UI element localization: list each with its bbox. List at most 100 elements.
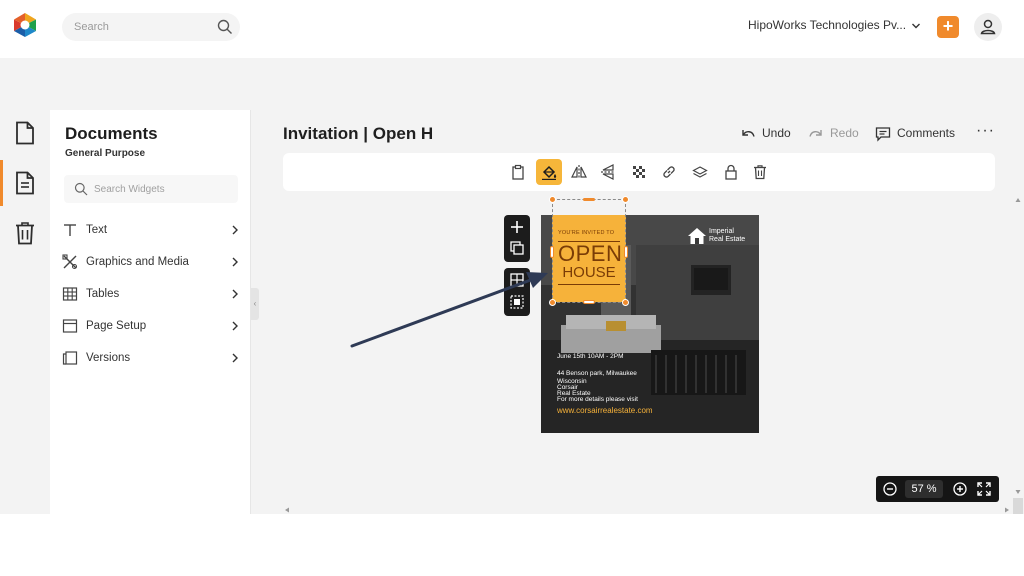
redo-button[interactable]: Redo <box>808 125 864 143</box>
lock-icon <box>725 164 737 180</box>
link-button[interactable] <box>656 159 682 185</box>
layers-button[interactable] <box>687 159 713 185</box>
comment-icon <box>875 127 891 142</box>
versions-icon <box>62 351 78 365</box>
chevron-down-icon[interactable] <box>911 21 921 31</box>
menu-item-versions[interactable]: Versions <box>62 346 242 370</box>
flip-vertical-button[interactable] <box>595 159 621 185</box>
delete-button[interactable] <box>747 159 773 185</box>
menu-item-page-setup[interactable]: Page Setup <box>62 314 242 338</box>
user-icon <box>980 19 996 35</box>
fill-color-button[interactable] <box>536 159 562 185</box>
brand-line-2: Real Estate <box>709 236 746 243</box>
house-icon <box>688 228 706 244</box>
rail-documents[interactable] <box>0 160 50 206</box>
menu-item-label: Text <box>86 224 108 236</box>
link-icon <box>663 166 675 178</box>
panel-collapse-handle[interactable]: ‹ <box>251 288 259 320</box>
zoom-out-icon[interactable] <box>883 482 897 496</box>
resize-handle-top[interactable] <box>583 198 595 201</box>
resize-handle-bottom-right[interactable] <box>622 299 629 306</box>
comments-label: Comments <box>897 126 956 140</box>
panel-subtitle: General Purpose <box>65 148 146 159</box>
search-icon <box>74 182 88 196</box>
brand-name: Imperial Real Estate <box>709 228 745 244</box>
clipboard-button[interactable] <box>505 159 531 185</box>
redo-label: Redo <box>830 126 859 140</box>
zoom-control: 57 % <box>876 476 999 502</box>
clipboard-icon <box>512 164 524 180</box>
chevron-right-icon <box>232 289 238 299</box>
menu-item-tables[interactable]: Tables <box>62 282 242 306</box>
fill-color-icon <box>542 165 557 180</box>
menu-item-text[interactable]: Text <box>62 218 242 242</box>
selection-box[interactable] <box>549 196 629 306</box>
trash-icon <box>16 222 34 245</box>
rail-new-document[interactable] <box>0 110 50 156</box>
menu-item-label: Tables <box>86 288 120 300</box>
zoom-value[interactable]: 57 % <box>905 480 943 498</box>
flip-horizontal-icon <box>571 165 587 179</box>
chevron-right-icon <box>232 321 238 331</box>
app-logo-icon[interactable] <box>12 12 38 38</box>
transparency-button[interactable] <box>626 159 652 185</box>
widget-search[interactable] <box>64 175 238 203</box>
vertical-scrollbar[interactable] <box>1012 196 1024 514</box>
transparency-icon <box>633 166 645 178</box>
zoom-in-icon[interactable] <box>953 482 967 496</box>
annotation-arrow <box>350 272 548 348</box>
resize-handle-bottom[interactable] <box>583 300 595 304</box>
more-options-button[interactable]: ··· <box>976 123 994 142</box>
flip-vertical-icon <box>601 164 615 180</box>
add-button[interactable]: + <box>937 16 959 38</box>
company-selector[interactable]: HipoWorks Technologies Pv... <box>748 18 906 32</box>
horizontal-scrollbar[interactable] <box>283 506 1013 514</box>
comments-button[interactable]: Comments <box>875 125 965 143</box>
chevron-right-icon <box>232 225 238 235</box>
fullscreen-icon[interactable] <box>977 482 991 496</box>
undo-label: Undo <box>762 126 791 140</box>
panel-title: Documents <box>65 124 158 143</box>
document-title[interactable]: Invitation | Open H <box>283 124 433 144</box>
element-toolbar <box>283 153 995 191</box>
chevron-right-icon <box>232 353 238 363</box>
rail-trash[interactable] <box>0 210 50 256</box>
delete-icon <box>754 165 766 180</box>
document-icon <box>16 121 34 145</box>
element-quick-actions <box>504 215 530 262</box>
resize-handle-left[interactable] <box>550 246 554 258</box>
app-body: Documents General Purpose Text <box>0 58 1024 514</box>
brand-logo[interactable]: Imperial Real Estate <box>687 227 753 247</box>
duplicate-icon[interactable] <box>510 241 524 255</box>
search-input[interactable] <box>74 19 204 35</box>
table-icon <box>62 287 78 301</box>
global-search[interactable] <box>62 13 240 41</box>
details-line: For more details please visit <box>557 396 638 403</box>
flip-horizontal-button[interactable] <box>566 159 592 185</box>
address-line-1: 44 Benson park, Milwaukee <box>557 370 637 377</box>
resize-handle-right[interactable] <box>624 246 628 258</box>
layers-icon <box>692 166 708 178</box>
widgets-panel: Documents General Purpose Text <box>50 110 251 514</box>
top-bar: HipoWorks Technologies Pv... + <box>0 0 1024 52</box>
menu-item-label: Graphics and Media <box>86 256 189 268</box>
resize-handle-top-left[interactable] <box>549 196 556 203</box>
graphics-media-icon <box>62 254 78 270</box>
undo-icon <box>742 130 755 137</box>
widget-search-input[interactable] <box>94 182 229 196</box>
text-icon <box>64 224 76 236</box>
avatar[interactable] <box>974 13 1002 41</box>
menu-item-label: Page Setup <box>86 320 147 332</box>
document-lines-icon <box>16 171 34 195</box>
add-icon[interactable] <box>510 220 524 234</box>
menu-item-graphics-media[interactable]: Graphics and Media <box>62 250 242 274</box>
resize-handle-top-right[interactable] <box>622 196 629 203</box>
event-date: June 15th 10AM - 2PM <box>557 353 624 360</box>
search-icon[interactable] <box>217 19 233 35</box>
redo-icon <box>809 130 822 137</box>
lock-button[interactable] <box>718 159 744 185</box>
left-rail <box>0 110 50 514</box>
menu-item-label: Versions <box>86 352 131 364</box>
website-link: www.corsairrealestate.com <box>557 406 653 415</box>
undo-button[interactable]: Undo <box>740 125 800 143</box>
